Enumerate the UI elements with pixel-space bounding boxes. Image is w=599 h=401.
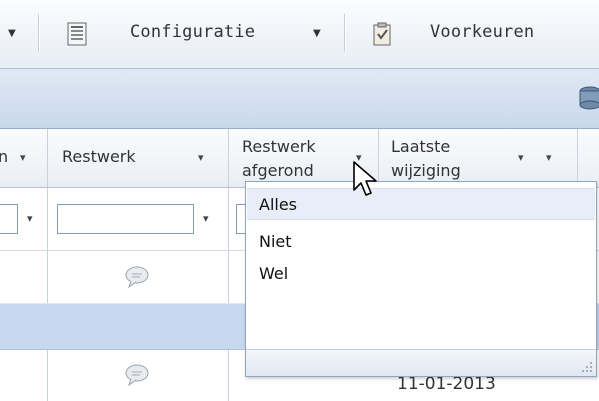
chevron-down-icon[interactable]: ▼ [313,28,321,39]
column-header-laatste-wijziging[interactable]: Laatste [391,137,450,156]
dropdown-option-alles[interactable]: Alles [247,188,595,220]
column-header-prev[interactable]: n [0,147,8,166]
comment-icon[interactable] [124,266,150,288]
filter-pin-icon[interactable]: ▾ [203,212,209,225]
filter-input-prev[interactable] [0,204,18,234]
filter-pin-icon[interactable]: ▾ [546,151,552,164]
column-divider [47,188,48,250]
filter-pin-icon[interactable]: ▾ [20,151,26,164]
toolbar-divider [38,14,40,52]
column-header-row: n ▾ Restwerk ▾ Restwerk afgerond ▾ Laats… [0,129,599,188]
column-divider [47,350,48,401]
column-divider [47,129,48,187]
column-header-laatste-wijziging-line2: wijziging [391,161,461,180]
column-divider [228,350,229,401]
database-export-icon[interactable] [577,85,599,111]
dropdown-footer [246,349,596,376]
top-toolbar: ▼ Configuratie ▼ Voorkeuren [0,0,599,69]
dropdown-option-niet[interactable]: Niet [247,226,595,258]
voorkeuren-menu-label[interactable]: Voorkeuren [430,22,534,42]
mouse-cursor-icon [353,161,377,196]
filter-pin-icon[interactable]: ▾ [198,151,204,164]
toolbar-divider [344,14,346,52]
clipboard-icon [373,22,391,46]
comment-icon[interactable] [124,364,150,386]
chevron-down-icon[interactable]: ▼ [8,28,16,39]
column-header-restwerk-afgerond[interactable]: Restwerk [242,137,316,156]
resize-grip-icon[interactable] [581,361,593,373]
filter-pin-icon[interactable]: ▾ [27,212,33,225]
column-divider [47,251,48,303]
dropdown-option-wel[interactable]: Wel [247,258,595,290]
column-divider [228,129,229,187]
column-header-restwerk[interactable]: Restwerk [62,147,136,166]
column-divider [577,129,578,187]
column-divider [228,188,229,250]
column-divider [228,251,229,303]
column-header-restwerk-afgerond-line2: afgerond [242,161,314,180]
document-icon [67,22,87,46]
configuratie-menu-label[interactable]: Configuratie [130,22,255,42]
filter-input-restwerk[interactable] [57,204,194,234]
filter-dropdown-list[interactable]: Alles Niet Wel [245,181,597,377]
grid-caption-bar [0,69,599,129]
sort-arrow-icon[interactable]: ▾ [518,151,524,164]
laatste-wijziging-value: 11-01-2013 [397,374,496,394]
